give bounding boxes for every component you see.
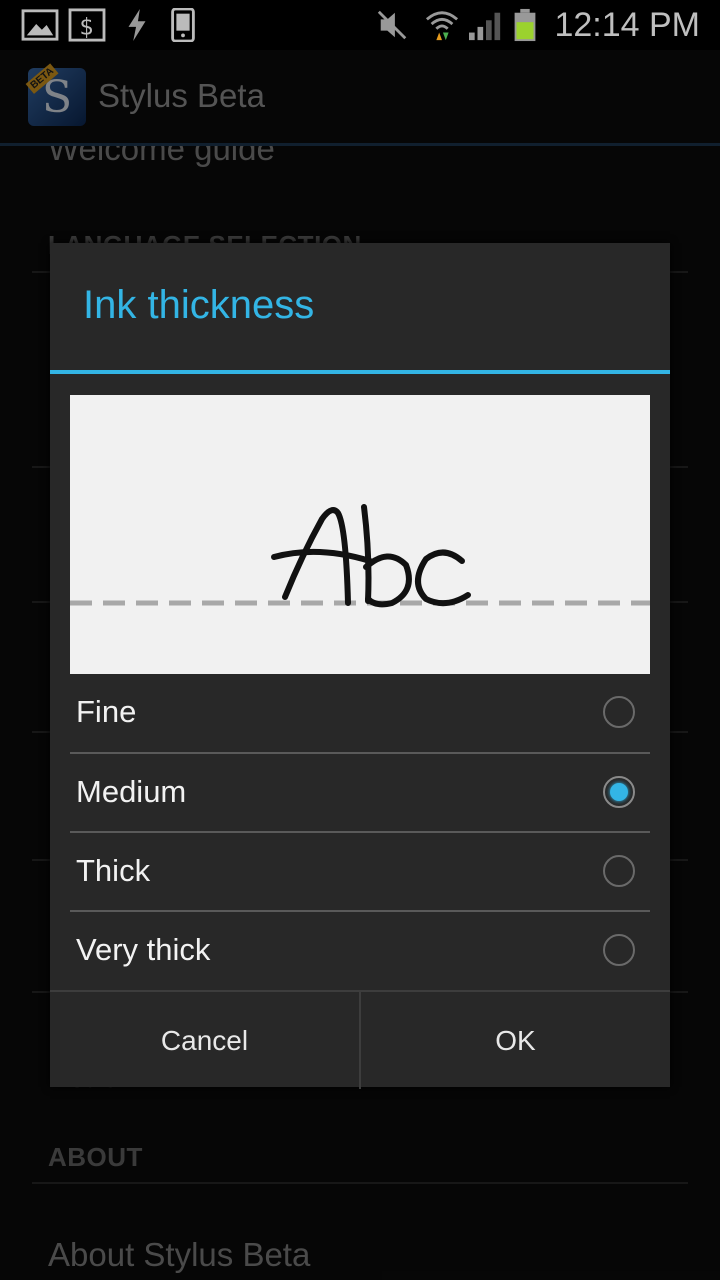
option-label: Very thick [76,932,211,967]
battery-icon [514,8,536,42]
cancel-button[interactable]: Cancel [50,992,359,1089]
radio-very-thick[interactable] [603,934,635,966]
option-very-thick[interactable]: Very thick [70,912,650,990]
option-medium[interactable]: Medium [70,754,650,832]
option-fine[interactable]: Fine [70,674,650,752]
ok-button[interactable]: OK [361,992,670,1089]
phone-notification-icon [171,8,195,42]
title-divider [50,370,670,374]
option-thick[interactable]: Thick [70,833,650,911]
flash-icon [128,8,146,42]
signal-icon [469,12,501,41]
option-label: Medium [76,774,187,809]
money-notification-icon: $ [68,8,106,42]
ink-thickness-dialog: Ink thickness Fine Medium Thick Very thi… [50,243,670,1089]
radio-thick[interactable] [603,855,635,887]
clock: 12:14 PM [554,6,700,44]
option-label: Fine [76,694,137,729]
gallery-notification-icon [21,9,59,41]
dialog-button-bar: Cancel OK [50,990,670,1089]
radio-fine[interactable] [603,696,635,728]
dialog-title: Ink thickness [83,283,315,327]
option-label: Thick [76,853,151,888]
radio-medium[interactable] [603,776,635,808]
wifi-icon [425,11,459,41]
mute-icon [377,10,407,40]
ink-preview [70,395,650,674]
handwriting-preview [70,504,650,608]
status-bar: $ 12:14 PM [0,0,720,50]
svg-text:$: $ [79,14,93,40]
